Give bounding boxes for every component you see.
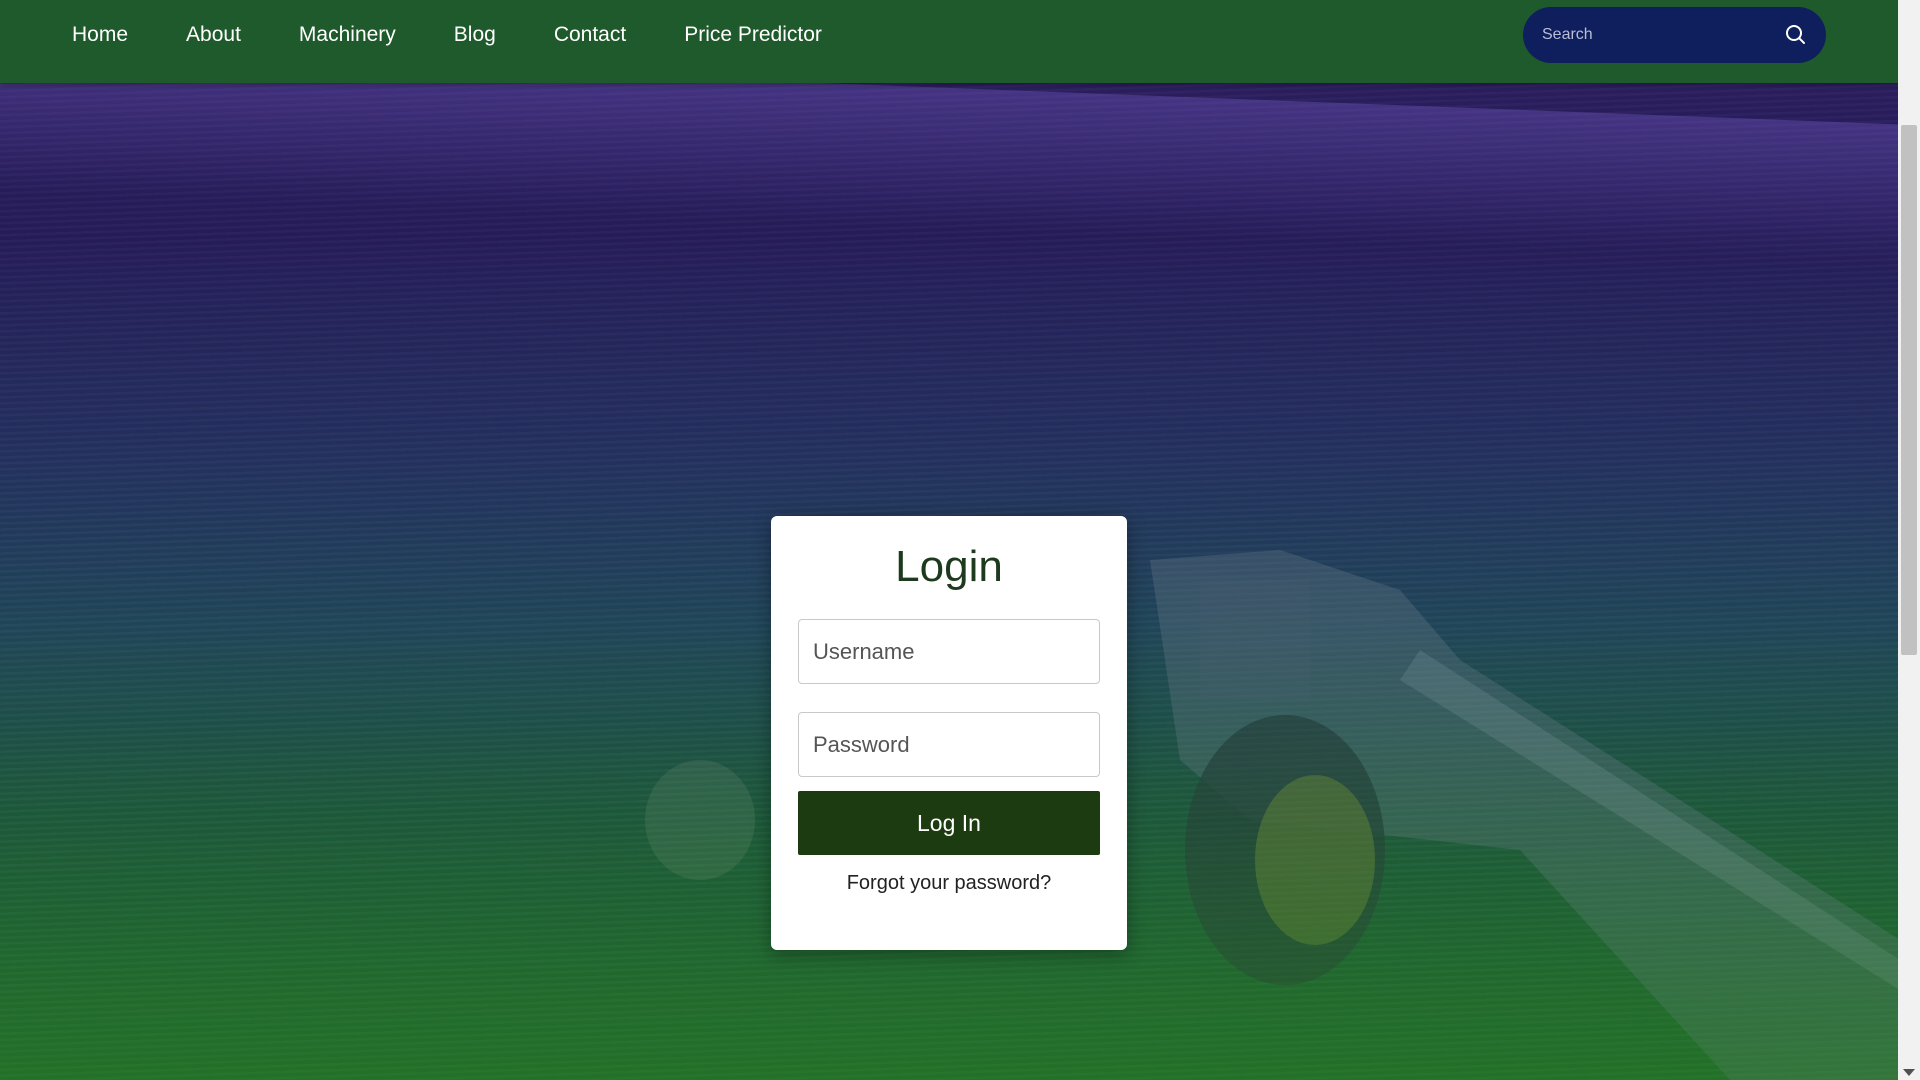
password-field[interactable] <box>798 712 1100 777</box>
nav-blog-link[interactable]: Blog <box>454 23 496 47</box>
login-title: Login <box>895 542 1003 591</box>
username-field[interactable] <box>798 619 1100 684</box>
search-input[interactable] <box>1540 25 1774 45</box>
scrollbar-thumb[interactable] <box>1901 125 1917 655</box>
top-navbar: Home About Machinery Blog Contact Price … <box>0 0 1898 83</box>
nav-machinery-link[interactable]: Machinery <box>299 23 396 47</box>
search-icon[interactable] <box>1784 23 1808 47</box>
nav-price-predictor-link[interactable]: Price Predictor <box>684 23 822 47</box>
scroll-down-arrow-icon[interactable] <box>1903 1069 1915 1076</box>
page-scrollbar[interactable] <box>1898 0 1920 1080</box>
forgot-password-link[interactable]: Forgot your password? <box>771 872 1127 895</box>
nav-home-link[interactable]: Home <box>72 23 128 47</box>
nav-about-link[interactable]: About <box>186 23 241 47</box>
nav-links: Home About Machinery Blog Contact Price … <box>52 0 822 70</box>
login-button[interactable]: Log In <box>798 791 1100 855</box>
login-card: Login Log In Forgot your password? <box>771 516 1127 950</box>
search-box <box>1523 7 1826 63</box>
nav-contact-link[interactable]: Contact <box>554 23 626 47</box>
